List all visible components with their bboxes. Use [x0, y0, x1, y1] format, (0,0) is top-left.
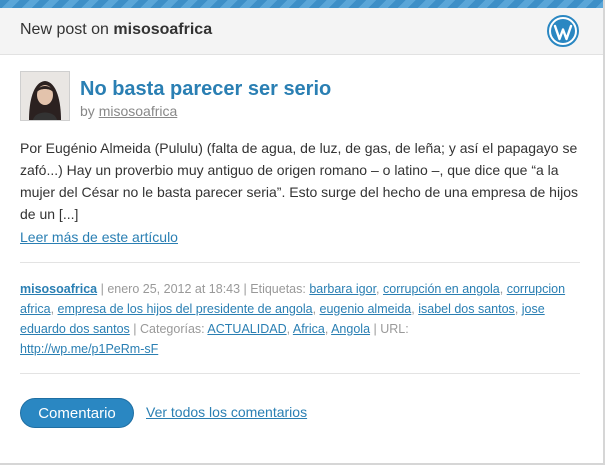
view-all-comments-link[interactable]: Ver todos los comentarios — [146, 404, 307, 420]
header-blog-name[interactable]: misosoafrica — [113, 21, 212, 38]
tag-separator: , — [312, 302, 320, 316]
read-more-link[interactable]: Leer más de este artículo — [20, 229, 178, 245]
notification-card: New post on misosoafrica No basta parece… — [0, 0, 605, 465]
url-label: | URL: — [370, 322, 409, 336]
post-byline: by misosoafrica — [80, 103, 177, 119]
tag-link[interactable]: eugenio almeida — [320, 302, 412, 316]
category-link[interactable]: Africa — [293, 322, 325, 336]
header-title: New post on misosoafrica — [20, 21, 212, 39]
divider-top — [20, 262, 580, 263]
author-avatar[interactable] — [20, 71, 70, 121]
short-url-link[interactable]: http://wp.me/p1PeRm-sF — [20, 342, 158, 356]
divider-bottom — [20, 373, 580, 374]
wordpress-logo-icon[interactable] — [547, 15, 579, 47]
tag-separator: , — [376, 282, 383, 296]
post-title[interactable]: No basta parecer ser serio — [80, 78, 331, 101]
tag-separator: , — [499, 282, 507, 296]
header-bar: New post on misosoafrica — [0, 8, 603, 55]
categories-label: | Categorías: — [129, 322, 208, 336]
category-link[interactable]: ACTUALIDAD — [207, 322, 286, 336]
comment-button[interactable]: Comentario — [20, 398, 134, 428]
tag-separator: , — [514, 302, 522, 316]
tag-link[interactable]: barbara igor — [309, 282, 376, 296]
byline-prefix: by — [80, 103, 95, 119]
post-meta: misosoafrica | enero 25, 2012 at 18:43 |… — [20, 279, 580, 359]
byline-author-link[interactable]: misosoafrica — [99, 103, 178, 119]
tag-link[interactable]: corrupción en angola — [383, 282, 500, 296]
tag-separator: , — [50, 302, 58, 316]
avatar-image — [21, 72, 69, 120]
top-stripe — [0, 0, 603, 8]
post-excerpt: Por Eugénio Almeida (Pululu) (falta de a… — [20, 140, 578, 222]
tag-link[interactable]: empresa de los hijos del presidente de a… — [58, 302, 313, 316]
category-link[interactable]: Angola — [331, 322, 370, 336]
meta-date: | enero 25, 2012 at 18:43 | Etiquetas: — [97, 282, 310, 296]
meta-author-link[interactable]: misosoafrica — [20, 282, 97, 296]
header-prefix: New post on — [20, 21, 109, 38]
tag-link[interactable]: isabel dos santos — [418, 302, 515, 316]
